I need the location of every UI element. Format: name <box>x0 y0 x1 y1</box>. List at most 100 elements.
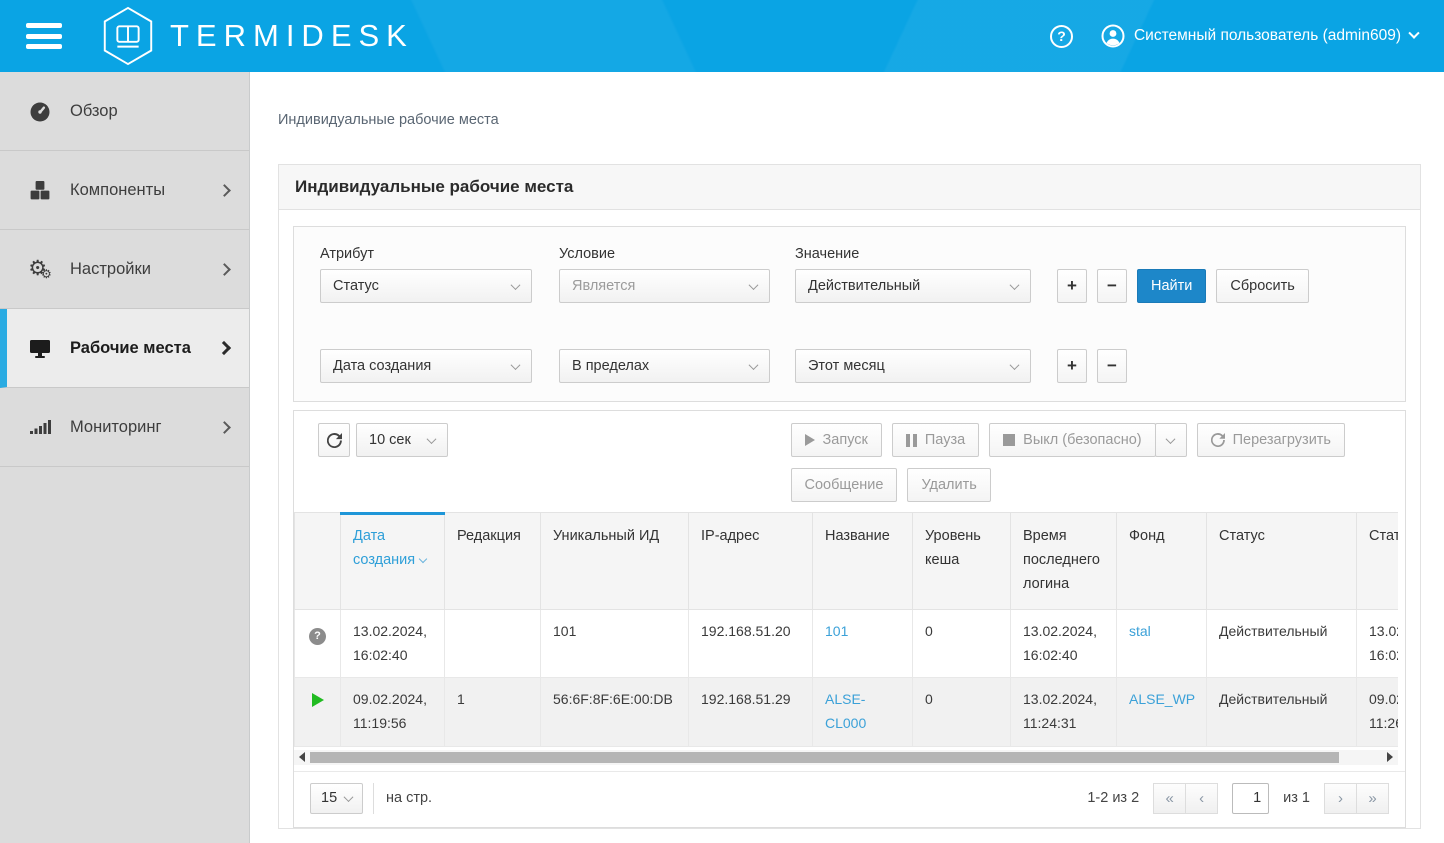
refresh-icon <box>327 433 342 448</box>
hamburger-menu-icon[interactable] <box>26 23 62 49</box>
chevron-right-icon <box>217 341 231 355</box>
cell-cache: 0 <box>913 678 1011 747</box>
brand-name: TERMIDESK <box>170 18 414 54</box>
shutdown-options-button[interactable] <box>1155 423 1187 457</box>
workplaces-card: Индивидуальные рабочие места Атрибут Ста… <box>278 164 1421 829</box>
first-page-button[interactable]: « <box>1153 783 1186 814</box>
attribute-label: Атрибут <box>320 246 532 262</box>
cell-uid: 56:6F:8F:6E:00:DB <box>541 678 689 747</box>
remove-filter-button[interactable]: − <box>1097 269 1127 303</box>
delete-button[interactable]: Удалить <box>907 468 990 502</box>
start-label: Запуск <box>823 432 868 448</box>
divider <box>373 783 374 814</box>
attribute-select[interactable]: Статус <box>320 269 532 303</box>
pause-button[interactable]: Пауза <box>892 423 979 457</box>
column-header-last-login[interactable]: Время последнего логина <box>1011 513 1117 610</box>
help-glyph: ? <box>1057 28 1066 44</box>
reboot-button[interactable]: Перезагрузить <box>1197 423 1345 457</box>
sidebar-item-settings[interactable]: ⚙⚙ Настройки <box>0 230 249 309</box>
desktop-icon <box>27 336 53 360</box>
cubes-icon <box>27 178 53 202</box>
start-button[interactable]: Запуск <box>791 423 882 457</box>
column-header-status[interactable]: Статус <box>1207 513 1357 610</box>
gears-icon: ⚙⚙ <box>27 258 53 280</box>
sidebar-item-label: Настройки <box>70 260 203 279</box>
attribute-value-2: Дата создания <box>333 358 431 374</box>
chevron-down-icon <box>1010 360 1020 370</box>
sidebar-item-label: Мониторинг <box>70 418 203 437</box>
table-panel: 10 сек Запуск <box>293 410 1406 828</box>
column-header-revision[interactable]: Редакция <box>445 513 541 610</box>
cell-revision: 1 <box>445 678 541 747</box>
search-button[interactable]: Найти <box>1137 269 1206 303</box>
value-select[interactable]: Действительный <box>795 269 1031 303</box>
reboot-label: Перезагрузить <box>1233 432 1331 448</box>
column-header-update-status[interactable]: Статус обновления <box>1357 513 1399 610</box>
help-icon[interactable]: ? <box>1050 25 1073 48</box>
scroll-left-icon[interactable] <box>294 750 310 765</box>
chevron-down-icon <box>1408 28 1419 39</box>
reset-button[interactable]: Сбросить <box>1216 269 1308 303</box>
condition-value: Является <box>572 278 635 294</box>
state-column-header <box>295 513 341 610</box>
pool-link[interactable]: stal <box>1129 623 1151 639</box>
cell-created: 09.02.2024, 11:19:56 <box>341 678 445 747</box>
value-select-2[interactable]: Этот месяц <box>795 349 1031 383</box>
column-header-cache[interactable]: Уровень кеша <box>913 513 1011 610</box>
sidebar: Обзор Компоненты ⚙⚙ Настройки Рабочие ме… <box>0 72 250 843</box>
condition-value-2: В пределах <box>572 358 649 374</box>
value-value-2: Этот месяц <box>808 358 885 374</box>
sidebar-item-label: Рабочие места <box>70 339 202 358</box>
sidebar-item-workplaces[interactable]: Рабочие места <box>0 309 249 388</box>
cell-status: Действительный <box>1207 609 1357 678</box>
column-header-created[interactable]: Дата создания <box>341 513 445 610</box>
pagination-bar: 15 на стр. 1-2 из 2 « ‹ из 1 <box>294 771 1405 827</box>
add-filter-button-2[interactable]: + <box>1057 349 1087 383</box>
column-header-pool[interactable]: Фонд <box>1117 513 1207 610</box>
page-size-select[interactable]: 15 <box>310 783 363 814</box>
dashboard-icon <box>27 99 53 123</box>
column-header-name[interactable]: Название <box>813 513 913 610</box>
stop-icon <box>1003 434 1015 446</box>
shutdown-label: Выкл (безопасно) <box>1023 432 1141 448</box>
pool-link[interactable]: ALSE_WP <box>1129 691 1195 707</box>
chevron-down-icon <box>427 434 437 444</box>
refresh-button[interactable] <box>318 423 350 457</box>
workplace-link[interactable]: ALSE-CL000 <box>825 691 866 731</box>
sidebar-item-components[interactable]: Компоненты <box>0 151 249 230</box>
user-menu[interactable]: Системный пользователь (admin609) <box>1101 24 1418 48</box>
chevron-down-icon <box>511 280 521 290</box>
table-row[interactable]: ? 13.02.2024, 16:02:40 101 192.168.51.20… <box>295 609 1399 678</box>
pause-icon <box>906 434 917 447</box>
scrollbar-thumb[interactable] <box>310 752 1339 763</box>
condition-select[interactable]: Является <box>559 269 770 303</box>
prev-page-button[interactable]: ‹ <box>1185 783 1218 814</box>
attribute-select-2[interactable]: Дата создания <box>320 349 532 383</box>
scroll-right-icon[interactable] <box>1382 750 1398 765</box>
last-page-button[interactable]: » <box>1356 783 1389 814</box>
horizontal-scrollbar[interactable] <box>294 750 1398 765</box>
value-value: Действительный <box>808 278 920 294</box>
sidebar-item-overview[interactable]: Обзор <box>0 72 249 151</box>
remove-filter-button-2[interactable]: − <box>1097 349 1127 383</box>
condition-select-2[interactable]: В пределах <box>559 349 770 383</box>
value-label: Значение <box>795 246 1031 262</box>
message-button[interactable]: Сообщение <box>791 468 898 502</box>
sidebar-item-monitoring[interactable]: Мониторинг <box>0 388 249 467</box>
next-page-button[interactable]: › <box>1324 783 1357 814</box>
column-header-uid[interactable]: Уникальный ИД <box>541 513 689 610</box>
breadcrumb: Индивидуальные рабочие места <box>278 112 1444 128</box>
refresh-interval-select[interactable]: 10 сек <box>356 423 448 457</box>
chevron-right-icon <box>218 263 231 276</box>
workplaces-table: Дата создания Редакция Уникальный ИД IP-… <box>294 512 1398 747</box>
user-name: Системный пользователь (admin609) <box>1134 27 1401 45</box>
page-number-input[interactable] <box>1232 783 1269 814</box>
sort-desc-icon <box>419 555 427 563</box>
scrollbar-track[interactable] <box>310 750 1382 765</box>
add-filter-button[interactable]: + <box>1057 269 1087 303</box>
shutdown-button[interactable]: Выкл (безопасно) <box>989 423 1155 457</box>
table-row[interactable]: 09.02.2024, 11:19:56 1 56:6F:8F:6E:00:DB… <box>295 678 1399 747</box>
chevron-down-icon <box>749 280 759 290</box>
column-header-ip[interactable]: IP-адрес <box>689 513 813 610</box>
workplace-link[interactable]: 101 <box>825 623 848 639</box>
